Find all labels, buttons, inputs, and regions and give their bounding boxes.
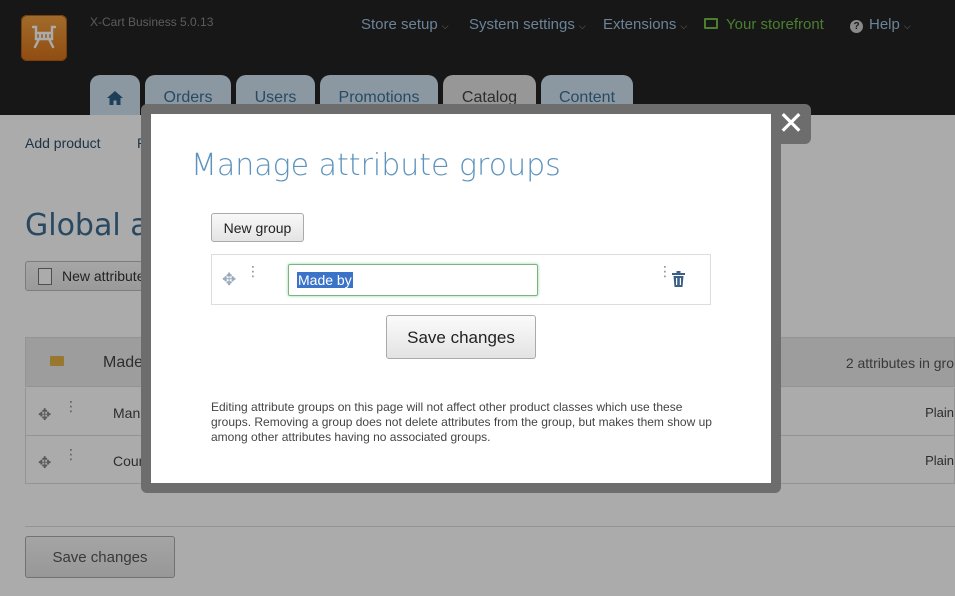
group-name-input[interactable]: Made by [288, 264, 538, 296]
group-row: ✥ ⋮ Made by ⋮ [211, 254, 711, 305]
new-group-button[interactable]: New group [211, 213, 304, 242]
trash-icon[interactable] [672, 271, 685, 287]
drag-handle-icon[interactable]: ⋮ [246, 263, 260, 280]
modal-title: Manage attribute groups [191, 148, 561, 183]
drag-handle-icon: ⋮ [658, 263, 672, 279]
move-icon[interactable]: ✥ [222, 270, 236, 290]
close-icon[interactable]: ✕ [771, 104, 811, 144]
manage-attribute-groups-dialog: Manage attribute groups New group ✥ ⋮ Ma… [151, 114, 771, 483]
help-note: Editing attribute groups on this page wi… [211, 400, 712, 444]
save-changes-button[interactable]: Save changes [386, 315, 536, 359]
